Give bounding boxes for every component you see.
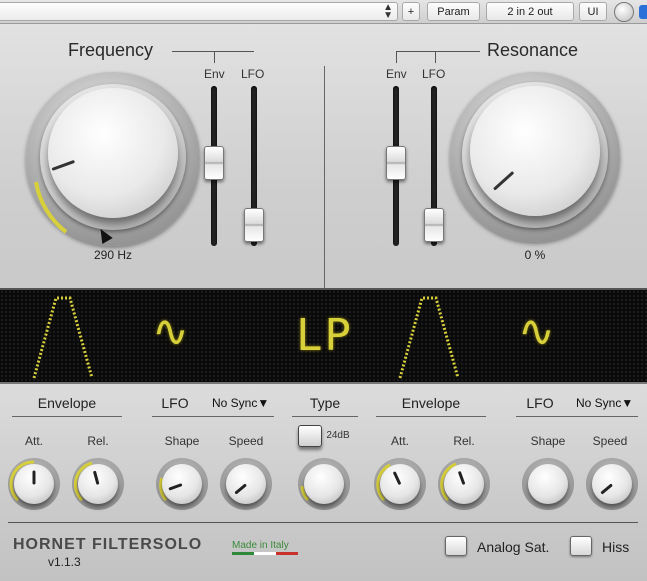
- resonance-knob-pointer: [492, 170, 515, 191]
- resonance-title: Resonance: [487, 40, 579, 60]
- resonance-knob[interactable]: [470, 86, 600, 216]
- lfo-wave-icon: ∿: [152, 306, 189, 357]
- env2-att-knob[interactable]: [374, 458, 426, 510]
- section-divider: [324, 66, 325, 294]
- envelope-shape-icon: [398, 296, 460, 379]
- up-down-icon: ▲ ▼: [383, 2, 393, 21]
- analog-sat-label: Analog Sat.: [477, 539, 550, 555]
- env1-rel-knob[interactable]: [72, 458, 124, 510]
- lfo1-shape-knob[interactable]: [156, 458, 208, 510]
- filter-mode-display: LP: [296, 310, 353, 361]
- type-knob[interactable]: [298, 458, 350, 510]
- lfo2-title: LFO: [526, 395, 554, 411]
- lfo2-shape-knob[interactable]: [522, 458, 574, 510]
- lfo2-shape-label: Shape: [530, 434, 566, 448]
- made-in-label: Made in Italy: [232, 540, 289, 551]
- envelope-shape-icon: [32, 296, 94, 379]
- group-underline: [516, 416, 638, 417]
- env1-att-label: Att.: [24, 434, 43, 448]
- envelope1-title: Envelope: [37, 395, 97, 411]
- io-config-button[interactable]: 2 in 2 out: [486, 2, 574, 21]
- env1-att-knob[interactable]: [8, 458, 60, 510]
- lfo2-sync-dropdown[interactable]: No Sync▼: [576, 396, 633, 410]
- env2-att-label: Att.: [390, 434, 409, 448]
- version-label: v1.1.3: [48, 555, 81, 569]
- footer-divider: [8, 522, 638, 523]
- frequency-knob-pointer: [51, 159, 76, 171]
- plugin-window: ▲ ▼ + Param 2 in 2 out UI Frequency Env L…: [0, 0, 647, 581]
- frequency-value: 290 Hz: [93, 248, 133, 262]
- env2-rel-knob[interactable]: [438, 458, 490, 510]
- res-env-label: Env: [386, 67, 407, 81]
- env1-rel-label: Rel.: [87, 434, 109, 448]
- bracket-line: [435, 51, 436, 63]
- lfo1-speed-knob[interactable]: [220, 458, 272, 510]
- lfo1-shape-label: Shape: [164, 434, 200, 448]
- resonance-bracket: [396, 51, 480, 52]
- lfo2-speed-knob[interactable]: [586, 458, 638, 510]
- frequency-title: Frequency: [68, 40, 154, 60]
- res-lfo-label: LFO: [422, 67, 446, 81]
- preset-selector[interactable]: ▲ ▼: [0, 2, 398, 21]
- filter-display: ∿ LP ∿: [0, 288, 647, 384]
- lower-panel: Envelope Att. Rel. LFO No Sync▼ Shape Sp…: [0, 384, 647, 581]
- brand-name: HORNET FILTERSOLO: [13, 536, 203, 553]
- lfo2-speed-label: Speed: [592, 434, 628, 448]
- freq-env-label: Env: [204, 67, 225, 81]
- lfo1-title: LFO: [161, 395, 189, 411]
- resonance-value: 0 %: [524, 248, 546, 262]
- freq-lfo-fader[interactable]: [244, 208, 264, 242]
- hiss-checkbox[interactable]: [570, 536, 592, 556]
- param-button[interactable]: Param: [427, 2, 480, 21]
- hiss-label: Hiss: [602, 539, 630, 555]
- host-toolbar: ▲ ▼ + Param 2 in 2 out UI: [0, 0, 647, 24]
- group-underline: [152, 416, 274, 417]
- lfo1-speed-label: Speed: [228, 434, 264, 448]
- frequency-knob[interactable]: [48, 88, 178, 218]
- frequency-bracket: [172, 51, 254, 52]
- upper-panel: Frequency Env LFO 290 Hz Resonance Env L…: [0, 24, 647, 294]
- enable-checkbox[interactable]: [639, 5, 647, 19]
- bracket-line: [214, 51, 215, 63]
- group-underline: [292, 416, 358, 417]
- ui-button[interactable]: UI: [579, 2, 607, 21]
- lfo1-sync-dropdown[interactable]: No Sync▼: [212, 396, 269, 410]
- 24db-label: 24dB: [326, 430, 350, 441]
- italy-flag-icon: [232, 552, 298, 555]
- bracket-line: [396, 51, 397, 63]
- group-underline: [376, 416, 486, 417]
- bypass-knob-icon[interactable]: [614, 2, 634, 22]
- envelope2-title: Envelope: [401, 395, 461, 411]
- group-underline: [12, 416, 122, 417]
- add-button[interactable]: +: [402, 2, 420, 21]
- lfo-wave-icon: ∿: [518, 306, 555, 357]
- freq-lfo-label: LFO: [241, 67, 265, 81]
- env2-rel-label: Rel.: [453, 434, 475, 448]
- res-lfo-fader[interactable]: [424, 208, 444, 242]
- type-title: Type: [309, 395, 341, 411]
- res-env-fader[interactable]: [386, 146, 406, 180]
- analog-sat-checkbox[interactable]: [445, 536, 467, 556]
- freq-env-fader[interactable]: [204, 146, 224, 180]
